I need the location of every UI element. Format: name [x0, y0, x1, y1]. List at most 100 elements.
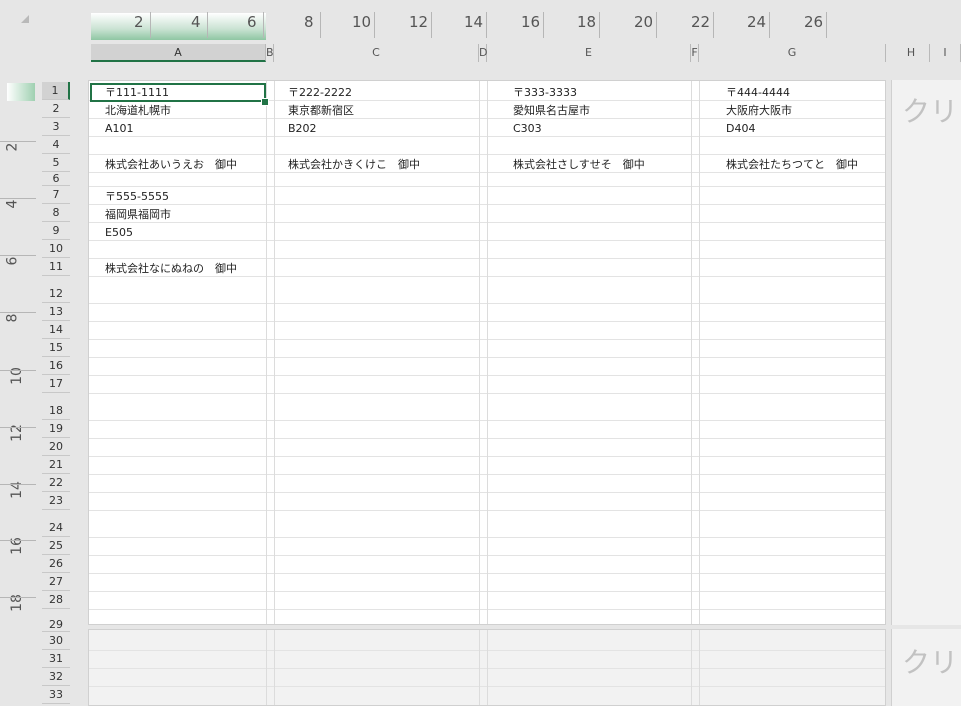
ruler-tick [263, 12, 264, 38]
column-gridline [691, 630, 692, 705]
cell-c1[interactable]: 〒222-2222 [288, 86, 352, 100]
row-header-1[interactable]: 1 [42, 82, 70, 100]
cell-a9[interactable]: E505 [105, 226, 133, 240]
row-header-11[interactable]: 11 [42, 258, 70, 276]
column-header-d[interactable]: D [479, 44, 487, 62]
vertical-ruler-tick [0, 198, 36, 199]
print-page-1[interactable]: 〒111-1111 北海道札幌市 A101 株式会社あいうえお 御中 〒555-5555… [88, 80, 886, 633]
cell-g3[interactable]: D404 [726, 122, 755, 136]
ruler-number: 6 [247, 13, 257, 31]
row-header-24[interactable]: 24 [42, 510, 70, 537]
column-gridline [699, 630, 700, 705]
column-header-f[interactable]: F [691, 44, 699, 62]
cell-e1[interactable]: 〒333-3333 [513, 86, 577, 100]
row-header-30[interactable]: 30 [42, 632, 70, 650]
column-header-h[interactable]: H [893, 44, 930, 62]
row-header-32[interactable]: 32 [42, 668, 70, 686]
page-placeholder-text-2: クリッ [902, 646, 961, 679]
cell-a3[interactable]: A101 [105, 122, 134, 136]
vertical-ruler-tick [0, 370, 36, 371]
row-header-23[interactable]: 23 [42, 492, 70, 510]
cell-a11[interactable]: 株式会社なにぬねの 御中 [105, 262, 237, 276]
ruler-number: 20 [634, 13, 654, 31]
column-header-i[interactable]: I [930, 44, 961, 62]
column-header-c[interactable]: C [274, 44, 479, 62]
row-header-27[interactable]: 27 [42, 573, 70, 591]
row-header-15[interactable]: 15 [42, 339, 70, 357]
row-header-26[interactable]: 26 [42, 555, 70, 573]
row-header-20[interactable]: 20 [42, 438, 70, 456]
column-header-g[interactable]: G [699, 44, 886, 62]
ruler-number: 2 [134, 13, 144, 31]
ruler-number: 10 [352, 13, 372, 31]
column-gridline [274, 81, 275, 624]
next-page-right-1[interactable]: クリッ [891, 80, 961, 625]
row-header-25[interactable]: 25 [42, 537, 70, 555]
cell-g2[interactable]: 大阪府大阪市 [726, 104, 792, 118]
next-page-right-2[interactable]: クリッ [891, 629, 961, 706]
row-header-33[interactable]: 33 [42, 686, 70, 704]
row-header-8[interactable]: 8 [42, 204, 70, 222]
row-header-13[interactable]: 13 [42, 303, 70, 321]
ruler-number: 24 [747, 13, 767, 31]
column-gridline [266, 81, 267, 624]
row-header-7[interactable]: 7 [42, 186, 70, 204]
cell-a8[interactable]: 福岡県福岡市 [105, 208, 171, 222]
vertical-ruler-tick [0, 597, 36, 598]
cell-a2[interactable]: 北海道札幌市 [105, 104, 171, 118]
ruler-margin-highlight [91, 13, 266, 40]
column-gridline [487, 630, 488, 705]
row-header-10[interactable]: 10 [42, 240, 70, 258]
cell-g5[interactable]: 株式会社たちつてと 御中 [726, 158, 858, 172]
row-header-3[interactable]: 3 [42, 118, 70, 136]
ruler-tick [486, 12, 487, 38]
page-placeholder-text: クリッ [902, 95, 961, 128]
ruler-number: 18 [577, 13, 597, 31]
column-header-b[interactable]: B [266, 44, 274, 62]
row-header-17[interactable]: 17 [42, 375, 70, 393]
vertical-ruler-number: 2 [4, 142, 21, 152]
ruler-tick [713, 12, 714, 38]
ruler-tick [543, 12, 544, 38]
ruler-tick [769, 12, 770, 38]
row-header-21[interactable]: 21 [42, 456, 70, 474]
row-header-2[interactable]: 2 [42, 100, 70, 118]
column-gridline [487, 81, 488, 624]
row-header-16[interactable]: 16 [42, 357, 70, 375]
cell-c3[interactable]: B202 [288, 122, 317, 136]
ruler-number: 26 [804, 13, 824, 31]
cell-c5[interactable]: 株式会社かきくけこ 御中 [288, 158, 420, 172]
select-all-corner[interactable] [0, 0, 88, 62]
row-header-19[interactable]: 19 [42, 420, 70, 438]
fill-handle[interactable] [261, 98, 269, 106]
cell-e5[interactable]: 株式会社さしすせそ 御中 [513, 158, 645, 172]
row-header-22[interactable]: 22 [42, 474, 70, 492]
ruler-tick [207, 12, 208, 38]
vertical-ruler-number: 4 [4, 199, 21, 209]
ruler-tick [320, 12, 321, 38]
cell-a5[interactable]: 株式会社あいうえお 御中 [105, 158, 237, 172]
cell-g1[interactable]: 〒444-4444 [726, 86, 790, 100]
row-header-31[interactable]: 31 [42, 650, 70, 668]
column-gridline [274, 630, 275, 705]
print-page-2[interactable] [88, 629, 886, 706]
column-header-e[interactable]: E [487, 44, 691, 62]
column-header-a[interactable]: A [91, 44, 266, 62]
row-header-29[interactable]: 29 [42, 609, 70, 632]
row-header-18[interactable]: 18 [42, 393, 70, 420]
row-header-28[interactable]: 28 [42, 591, 70, 609]
cell-a7[interactable]: 〒555-5555 [105, 190, 169, 204]
row-header-14[interactable]: 14 [42, 321, 70, 339]
ruler-tick [374, 12, 375, 38]
vertical-ruler-tick [0, 141, 36, 142]
row-header-4[interactable]: 4 [42, 136, 70, 154]
select-all-triangle-icon [21, 15, 29, 23]
row-header-5[interactable]: 5 [42, 154, 70, 172]
row-header-9[interactable]: 9 [42, 222, 70, 240]
row-header-12[interactable]: 12 [42, 276, 70, 303]
column-gridline [479, 81, 480, 624]
cell-e2[interactable]: 愛知県名古屋市 [513, 104, 590, 118]
cell-e3[interactable]: C303 [513, 122, 542, 136]
row-header-6[interactable]: 6 [42, 172, 70, 186]
cell-c2[interactable]: 東京都新宿区 [288, 104, 354, 118]
